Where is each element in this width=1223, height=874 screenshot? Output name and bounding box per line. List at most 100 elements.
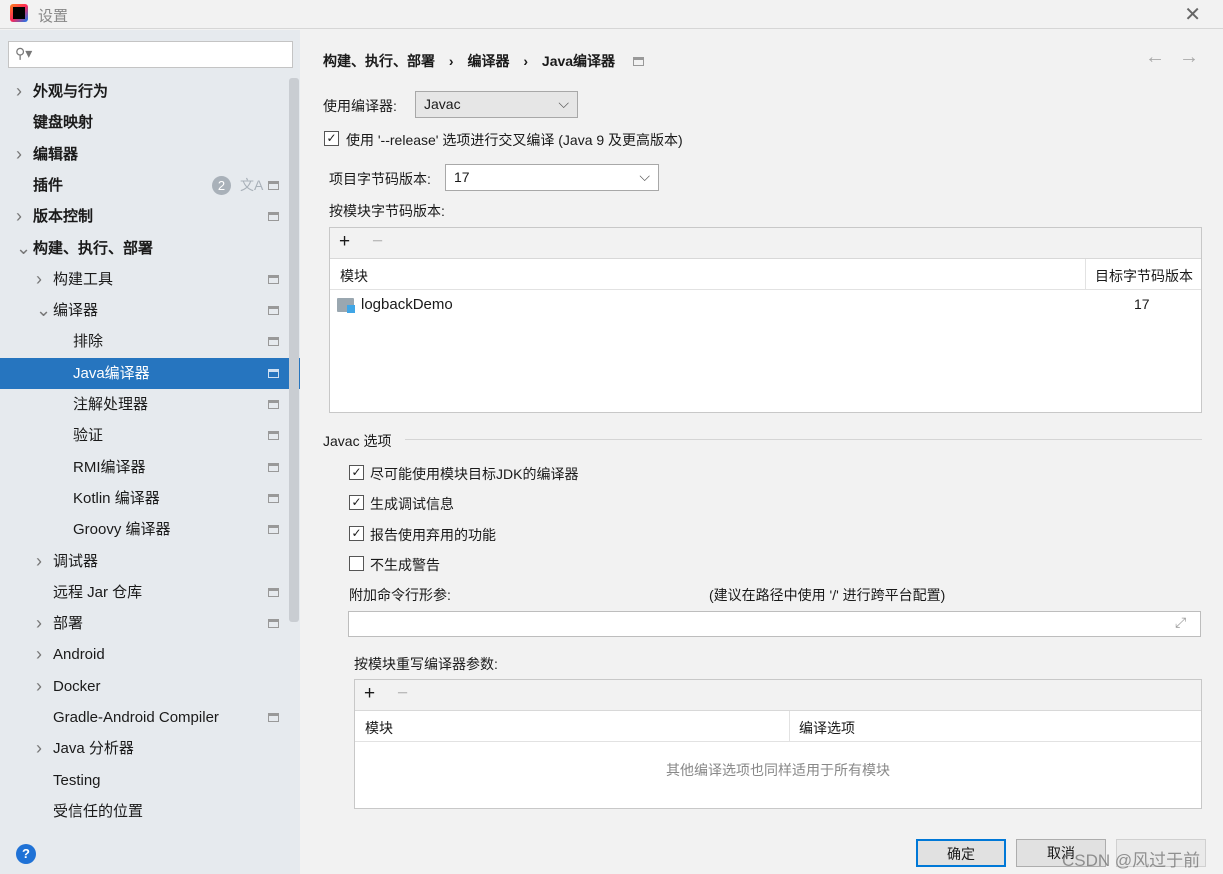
module-bytecode-table: + − 模块 目标字节码版本 logbackDemo 17 xyxy=(329,227,1202,413)
translate-icon: 文A xyxy=(240,176,264,193)
watermark: CSDN @风过于前 xyxy=(1062,851,1201,870)
sidebar-item-label: 调试器 xyxy=(53,552,99,570)
help-icon[interactable]: ? xyxy=(16,844,36,864)
chevron-down-icon: ⌵ xyxy=(639,168,650,184)
compiler-select[interactable]: Javac ⌵ xyxy=(415,91,578,118)
sidebar-item[interactable]: ⌄ 构建、执行、部署 xyxy=(0,233,288,264)
chevron-right-icon[interactable]: › xyxy=(36,264,42,295)
target-version: 17 xyxy=(1134,296,1150,312)
column-header-target[interactable]: 目标字节码版本 xyxy=(1095,266,1193,286)
breadcrumb-item[interactable]: 构建、执行、部署 xyxy=(323,53,435,69)
column-header-options[interactable]: 编译选项 xyxy=(799,718,855,738)
javac-option-label: 报告使用弃用的功能 xyxy=(370,526,496,543)
sidebar-item[interactable]: 受信任的位置 xyxy=(0,796,288,827)
sidebar-item[interactable]: Gradle-Android Compiler xyxy=(0,702,288,733)
remove-icon: − xyxy=(372,231,384,252)
sidebar-item-label: 版本控制 xyxy=(33,208,94,226)
sidebar-scrollbar[interactable] xyxy=(289,78,299,622)
javac-option-label: 不生成警告 xyxy=(370,556,440,573)
javac-option-checkbox[interactable]: ✓ xyxy=(349,525,364,541)
sidebar-item-label: 编辑器 xyxy=(33,145,79,163)
chevron-right-icon[interactable]: › xyxy=(16,139,22,170)
table-row[interactable]: logbackDemo 17 xyxy=(330,290,1201,320)
chevron-down-icon[interactable]: ⌄ xyxy=(36,295,51,326)
page-icon xyxy=(268,493,279,503)
sidebar-item[interactable]: Kotlin 编译器 xyxy=(0,483,288,514)
sidebar-item[interactable]: Testing xyxy=(0,765,288,796)
page-icon xyxy=(268,400,279,409)
sidebar-item[interactable]: 验证 xyxy=(0,420,288,451)
args-input[interactable] xyxy=(348,611,1201,637)
add-icon[interactable]: + xyxy=(364,683,375,705)
ok-button[interactable]: 确定 xyxy=(916,839,1006,867)
sidebar-item[interactable]: › 版本控制 xyxy=(0,201,288,232)
sidebar-item[interactable]: › 调试器 xyxy=(0,546,288,577)
javac-option-checkbox[interactable]: ✓ xyxy=(349,465,364,480)
search-input[interactable]: ⚲▾ xyxy=(8,41,293,68)
sidebar-item[interactable]: › 外观与行为 xyxy=(0,76,288,107)
chevron-right-icon: › xyxy=(523,53,529,69)
release-checkbox[interactable]: ✓ xyxy=(324,131,339,146)
page-icon xyxy=(268,462,279,472)
chevron-right-icon[interactable]: › xyxy=(36,608,42,639)
page-icon xyxy=(268,337,279,347)
breadcrumb: 构建、执行、部署 › 编译器 › Java编译器 xyxy=(323,51,644,71)
javac-option-checkbox[interactable]: ✓ xyxy=(349,495,364,511)
release-label: 使用 '--release' 选项进行交叉编译 (Java 9 及更高版本) xyxy=(346,132,683,148)
sidebar-item-label: Android xyxy=(53,646,105,664)
sidebar-item[interactable]: 键盘映射 xyxy=(0,107,288,138)
bytecode-select[interactable]: 17 ⌵ xyxy=(445,164,659,191)
window-title: 设置 xyxy=(38,8,69,25)
page-icon xyxy=(268,180,279,190)
chevron-down-icon[interactable]: ⌄ xyxy=(16,233,31,264)
sidebar-item-label: Docker xyxy=(53,677,101,695)
javac-option-checkbox[interactable] xyxy=(349,555,364,571)
sidebar-item[interactable]: › 部署 xyxy=(0,608,288,639)
chevron-right-icon[interactable]: › xyxy=(36,639,42,670)
sidebar-item[interactable]: Java编译器 xyxy=(0,357,300,389)
chevron-right-icon[interactable]: › xyxy=(16,201,22,232)
chevron-right-icon[interactable]: › xyxy=(36,671,42,702)
page-icon xyxy=(268,587,279,597)
javac-section-title: Javac 选项 xyxy=(323,433,392,449)
sidebar-item[interactable]: › Android xyxy=(0,639,288,670)
back-arrow-icon[interactable]: ← xyxy=(1145,46,1165,69)
close-icon[interactable]: ✕ xyxy=(1184,2,1201,27)
chevron-right-icon[interactable]: › xyxy=(36,546,42,577)
sidebar-item-label: 远程 Jar 仓库 xyxy=(53,583,143,601)
sidebar-item[interactable]: › 编辑器 xyxy=(0,139,288,170)
breadcrumb-item: Java编译器 xyxy=(541,53,616,69)
settings-sidebar: ⚲▾ › 外观与行为 键盘映射 › 编辑器 插件 2 文A › 版本控制 ⌄ 构建、执行、部署 › 构建工… xyxy=(0,30,300,826)
chevron-right-icon[interactable]: › xyxy=(16,76,22,107)
sidebar-item[interactable]: › Docker xyxy=(0,671,288,702)
chevron-right-icon[interactable]: › xyxy=(36,733,42,764)
page-icon xyxy=(268,525,279,535)
chevron-down-icon: ⌵ xyxy=(558,95,569,111)
sidebar-item[interactable]: 排除 xyxy=(0,326,288,357)
divider xyxy=(405,439,1202,440)
column-header-module[interactable]: 模块 xyxy=(365,718,393,738)
sidebar-item[interactable]: RMI编译器 xyxy=(0,452,288,483)
javac-option-label: 生成调试信息 xyxy=(370,496,454,513)
sidebar-item-label: Testing xyxy=(53,771,101,789)
column-header-module[interactable]: 模块 xyxy=(340,266,368,286)
breadcrumb-item[interactable]: 编译器 xyxy=(467,53,509,69)
sidebar-item[interactable]: ⌄ 编译器 xyxy=(0,295,288,326)
sidebar-item-label: 键盘映射 xyxy=(33,114,94,132)
page-icon xyxy=(268,431,279,441)
sidebar-item[interactable]: Groovy 编译器 xyxy=(0,514,288,545)
sidebar-item-label: 受信任的位置 xyxy=(53,802,144,820)
sidebar-item[interactable]: 插件 2 文A xyxy=(0,170,288,201)
sidebar-item[interactable]: › Java 分析器 xyxy=(0,733,288,764)
expand-icon[interactable]: ⤢ xyxy=(1175,614,1186,631)
page-icon xyxy=(268,619,279,629)
module-bytecode-label: 按模块字节码版本: xyxy=(329,203,445,219)
sidebar-item[interactable]: 远程 Jar 仓库 xyxy=(0,577,288,608)
sidebar-item[interactable]: › 构建工具 xyxy=(0,264,288,295)
sidebar-item-label: 排除 xyxy=(73,333,104,351)
empty-table-text: 其他编译选项也同样适用于所有模块 xyxy=(666,762,890,778)
forward-arrow-icon[interactable]: → xyxy=(1179,46,1199,69)
add-icon[interactable]: + xyxy=(339,231,350,253)
sidebar-item[interactable]: 注解处理器 xyxy=(0,389,288,420)
sidebar-item-label: Java 分析器 xyxy=(53,740,134,758)
